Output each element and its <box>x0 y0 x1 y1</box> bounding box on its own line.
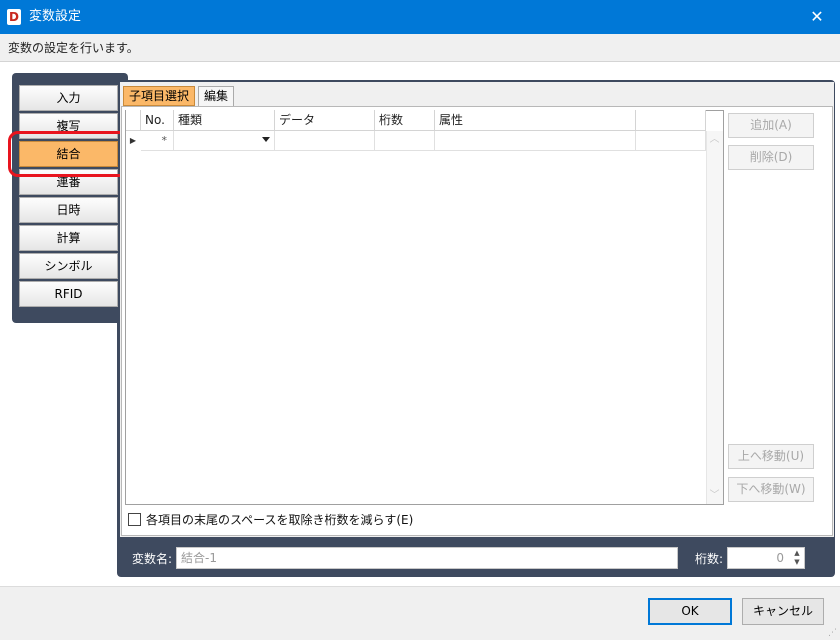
title-bar <box>0 0 840 34</box>
resize-grip-icon[interactable]: ⋰ <box>828 628 838 638</box>
scroll-down-icon[interactable]: ﹀ <box>706 489 723 503</box>
new-row-marker: * <box>141 131 174 151</box>
scroll-up-icon[interactable]: ︿ <box>706 133 723 147</box>
variable-name-input[interactable]: 結合-1 <box>176 547 678 569</box>
ok-button[interactable]: OK <box>648 598 732 625</box>
app-icon: D <box>7 9 21 25</box>
chevron-down-icon[interactable] <box>262 137 270 142</box>
cancel-button[interactable]: キャンセル <box>742 598 824 625</box>
tab-edit[interactable]: 編集 <box>198 86 235 106</box>
column-header-digits[interactable]: 桁数 <box>375 110 435 131</box>
close-button[interactable]: ✕ <box>794 0 840 34</box>
trim-spaces-checkbox[interactable] <box>128 513 141 526</box>
column-header-attribute[interactable]: 属性 <box>435 110 636 131</box>
sidebar-item-rfid[interactable]: RFID <box>19 281 118 307</box>
spin-up-icon[interactable]: ▲ <box>791 549 803 558</box>
spin-down-icon[interactable]: ▼ <box>791 558 803 567</box>
delete-button[interactable]: 削除(D) <box>728 145 814 170</box>
sidebar-item-calc[interactable]: 計算 <box>19 225 118 251</box>
variable-name-label: 変数名: <box>132 552 173 566</box>
row-indicator-icon: ▶ <box>129 136 137 145</box>
move-up-button[interactable]: 上へ移動(U) <box>728 444 814 469</box>
sidebar-item-input[interactable]: 入力 <box>19 85 118 111</box>
window-title: 変数設定 <box>29 9 82 24</box>
column-header-type[interactable]: 種類 <box>174 110 275 131</box>
sidebar-item-symbol[interactable]: シンボル <box>19 253 118 279</box>
column-header-filler <box>636 110 706 131</box>
highlight-annotation <box>8 131 130 177</box>
grid-vertical-scrollbar[interactable] <box>706 131 723 504</box>
digits-cell[interactable] <box>375 131 435 151</box>
child-items-grid[interactable] <box>125 110 724 505</box>
data-cell[interactable] <box>275 131 375 151</box>
description-bar: 変数の設定を行います。 <box>0 34 840 62</box>
trim-spaces-label[interactable]: 各項目の末尾のスペースを取除き桁数を減らす(E) <box>146 512 413 528</box>
sidebar-item-datetime[interactable]: 日時 <box>19 197 118 223</box>
add-button[interactable]: 追加(A) <box>728 113 814 138</box>
column-header-data[interactable]: データ <box>275 110 375 131</box>
tab-child-select[interactable]: 子項目選択 <box>123 86 196 106</box>
digits-label: 桁数: <box>695 552 724 566</box>
move-down-button[interactable]: 下へ移動(W) <box>728 477 814 502</box>
filler-cell <box>636 131 706 151</box>
attribute-cell[interactable] <box>435 131 636 151</box>
column-header-no[interactable]: No. <box>141 110 174 131</box>
type-dropdown-cell[interactable] <box>174 131 275 151</box>
grid-corner-header <box>126 110 141 131</box>
